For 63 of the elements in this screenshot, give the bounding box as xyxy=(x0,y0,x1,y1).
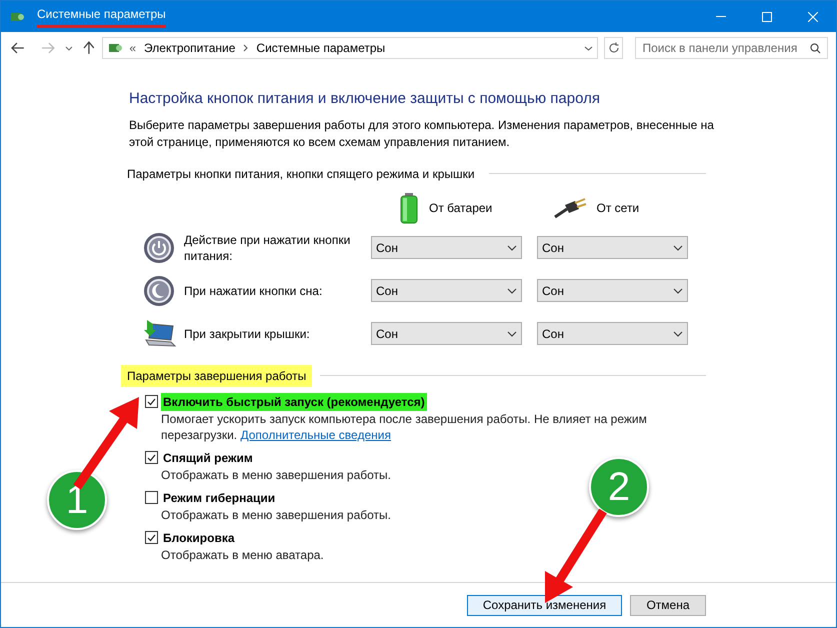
setting-label: При закрытии крышки: xyxy=(184,326,311,342)
refresh-button[interactable] xyxy=(604,37,624,59)
search-field[interactable]: Поиск в панели управления xyxy=(635,37,828,59)
dropdown[interactable]: Сон xyxy=(371,279,522,302)
moon-icon xyxy=(143,274,175,306)
checkbox[interactable] xyxy=(145,531,158,544)
chevron-down-icon[interactable] xyxy=(584,46,593,50)
option-description: Отображать в меню аватара. xyxy=(161,546,325,562)
breadcrumb-prefix: « xyxy=(129,40,136,57)
number-badge: 2 xyxy=(589,457,649,517)
plug-icon xyxy=(552,196,586,218)
page-description: Выберите параметры завершения работы для этого компьютера. Изменения параметров, внесенные на этой странице, применяются ко всем схемам управления питанием. xyxy=(129,116,714,150)
close-icon xyxy=(808,12,818,22)
dropdown[interactable]: Сон xyxy=(371,236,522,259)
laptop-icon xyxy=(143,318,177,350)
chevron-down-icon xyxy=(673,288,683,294)
setting-label: При нажатии кнопки сна: xyxy=(184,282,324,298)
chevron-down-icon xyxy=(507,330,517,336)
dropdown[interactable]: Сон xyxy=(537,236,688,259)
column-header: От батареи xyxy=(429,200,492,216)
power-icon xyxy=(143,232,175,264)
address-bar[interactable]: « Электропитание Системные параметры xyxy=(102,37,598,59)
chevron-down-icon[interactable] xyxy=(64,46,73,50)
section-title: Параметры завершения работы xyxy=(121,364,312,386)
option-description: Отображать в меню завершения работы. xyxy=(161,506,392,522)
minimize-icon xyxy=(716,16,726,17)
column-header: От сети xyxy=(596,200,640,216)
chevron-right-icon xyxy=(243,44,248,52)
option-description: Отображать в меню завершения работы. xyxy=(161,466,392,482)
breadcrumb-item[interactable]: Системные параметры xyxy=(254,39,388,57)
cancel-button[interactable]: Отмена xyxy=(630,594,706,616)
chevron-down-icon xyxy=(673,244,683,250)
checkmark-icon xyxy=(147,454,156,462)
option-label[interactable]: Блокировка xyxy=(161,528,237,546)
up-arrow-icon[interactable] xyxy=(82,41,94,55)
checkbox[interactable] xyxy=(145,395,158,408)
save-button[interactable]: Сохранить изменения xyxy=(467,594,622,616)
maximize-icon xyxy=(762,12,772,22)
checkmark-icon xyxy=(147,398,156,406)
setting-label: Действие при нажатии кнопки питания: xyxy=(184,232,352,264)
dropdown[interactable]: Сон xyxy=(537,322,688,345)
back-arrow-icon[interactable] xyxy=(11,42,25,54)
number-badge: 1 xyxy=(47,470,107,530)
dropdown[interactable]: Сон xyxy=(537,279,688,302)
checkbox[interactable] xyxy=(145,491,158,504)
checkbox[interactable] xyxy=(145,451,158,464)
section-title: Параметры кнопки питания, кнопки спящего режима и крышки xyxy=(126,166,476,182)
search-icon xyxy=(810,42,821,54)
page-heading: Настройка кнопок питания и включение защиты с помощью пароля xyxy=(129,89,601,109)
chevron-down-icon xyxy=(507,288,517,294)
option-label[interactable]: Режим гибернации xyxy=(161,488,278,506)
option-label[interactable]: Спящий режим xyxy=(161,448,255,466)
more-info-link[interactable]: Дополнительные сведения xyxy=(240,428,391,442)
chevron-down-icon xyxy=(673,330,683,336)
option-label[interactable]: Включить быстрый запуск (рекомендуется) xyxy=(161,392,427,410)
chevron-down-icon xyxy=(507,244,517,250)
battery-icon xyxy=(399,192,419,224)
dropdown[interactable]: Сон xyxy=(371,322,522,345)
option-description: Помогает ускорить запуск компьютера после завершения работы. Не влияет на режим перезагрузки. Дополнительные сведения xyxy=(161,410,648,442)
refresh-icon xyxy=(608,42,620,54)
window-title: Системные параметры xyxy=(37,5,166,28)
breadcrumb-item[interactable]: Электропитание xyxy=(142,39,238,57)
checkmark-icon xyxy=(147,534,156,542)
